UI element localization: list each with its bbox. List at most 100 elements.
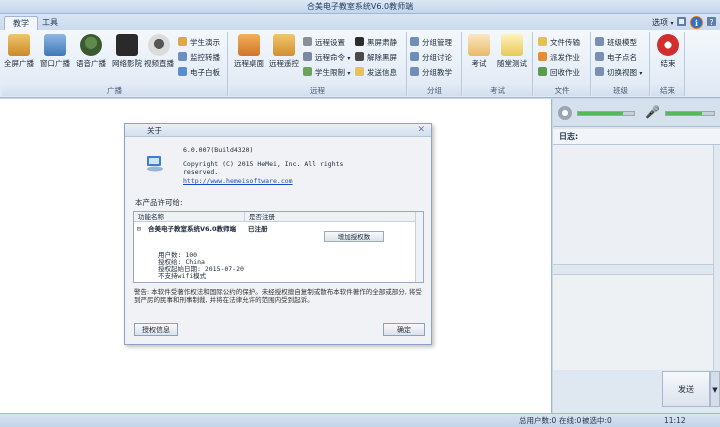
about-dialog: 关于 ✕ 6.0.007(Build4320) Copyright (C) 20… <box>124 123 432 345</box>
svg-text:?: ? <box>709 18 713 27</box>
black-screen-button[interactable]: 黑屏肃静 <box>355 36 397 49</box>
window-title: 合美电子教室系统V6.0教师端 <box>306 2 414 11</box>
help-icon[interactable]: ? <box>706 16 717 29</box>
quiz-icon <box>501 34 523 56</box>
group-teach-button[interactable]: 分组教学 <box>410 66 452 79</box>
volume-slider[interactable] <box>577 111 635 116</box>
app-logo-icon <box>147 156 163 172</box>
copyright-text: Copyright (C) 2015 HeMei, Inc. All right… <box>183 160 344 176</box>
student-restrict-icon <box>303 67 312 76</box>
ribbon-tabs: 教学 工具 选项 ▾ i ? <box>0 14 720 30</box>
settings-icon[interactable] <box>676 16 687 29</box>
whiteboard-button[interactable]: 电子白板 <box>178 66 220 79</box>
detail-wifi: 不支持wifi模式 <box>158 272 207 280</box>
exam-icon <box>468 34 490 56</box>
log-area <box>553 145 713 265</box>
license-info-button[interactable]: 授权信息 <box>134 323 178 336</box>
send-homework-icon <box>538 52 547 61</box>
ok-button[interactable]: 确定 <box>383 323 425 336</box>
website-link[interactable]: http://www.hemeisoftware.com <box>183 177 293 185</box>
voice-broadcast-button[interactable]: 语音广播 <box>74 34 108 78</box>
status-online: 在线:0 <box>559 416 582 425</box>
group-label-grouping: 分组 <box>408 85 461 96</box>
collect-homework-icon <box>538 67 547 76</box>
group-manage-button[interactable]: 分组管理 <box>410 36 452 49</box>
video-live-button[interactable]: 视频直播 <box>142 34 176 78</box>
dialog-title-bar: 关于 ✕ <box>125 124 431 137</box>
mic-slider[interactable] <box>665 111 715 116</box>
network-cinema-button[interactable]: 网络影院 <box>110 34 144 78</box>
roll-call-button[interactable]: 电子点名 <box>595 51 637 64</box>
add-license-button[interactable]: 增加授权数 <box>324 231 384 242</box>
status-time: 11:12 <box>664 416 686 425</box>
microphone-icon: 🎤 <box>645 105 660 119</box>
class-model-button[interactable]: 班级模型 <box>595 36 637 49</box>
whiteboard-icon <box>178 67 187 76</box>
volume-fill <box>578 112 623 115</box>
options-menu[interactable]: 选项 ▾ <box>652 16 674 29</box>
file-transfer-button[interactable]: 文件传输 <box>538 36 580 49</box>
tab-teaching[interactable]: 教学 <box>4 16 38 30</box>
remote-settings-button[interactable]: 远程设置 <box>303 36 345 49</box>
window-broadcast-icon <box>44 34 66 56</box>
remote-control-icon <box>273 34 295 56</box>
remote-control-button[interactable]: 远程遥控 <box>267 34 301 78</box>
mic-fill <box>666 112 702 115</box>
remote-command-button[interactable]: 远程命令 ▾ <box>303 51 350 64</box>
chevron-down-icon: ▾ <box>670 20 674 27</box>
tab-tools[interactable]: 工具 <box>34 16 66 30</box>
group-class: 班级模型 电子点名 切换视图 ▾ 班级 <box>592 32 650 96</box>
message-input[interactable] <box>553 274 713 370</box>
group-files: 文件传输 派发作业 回收作业 文件 <box>534 32 591 96</box>
switch-view-icon <box>595 67 604 76</box>
license-scrollbar[interactable] <box>415 212 423 282</box>
group-label-end: 结束 <box>651 85 684 96</box>
remote-desktop-button[interactable]: 远程桌面 <box>231 34 267 78</box>
col-registered: 是否注册 <box>244 212 275 222</box>
group-end: 结束 结束 <box>651 32 685 96</box>
group-grouping: 分组管理 分组讨论 分组教学 分组 <box>408 32 462 96</box>
black-screen-icon <box>355 37 364 46</box>
release-black-screen-button[interactable]: 解除黑屏 <box>355 51 397 64</box>
release-black-screen-icon <box>355 52 364 61</box>
status-total-users: 总用户数:0 <box>519 416 557 425</box>
license-table-header: 功能名称 是否注册 <box>134 212 416 222</box>
chevron-down-icon: ▾ <box>347 55 351 62</box>
monitor-relay-button[interactable]: 监控转播 <box>178 51 220 64</box>
log-scrollbar[interactable] <box>713 145 720 370</box>
remote-settings-icon <box>303 37 312 46</box>
send-message-button[interactable]: 发送信息 <box>355 66 397 79</box>
send-homework-button[interactable]: 派发作业 <box>538 51 580 64</box>
group-label-broadcast: 广播 <box>2 85 227 96</box>
quiz-button[interactable]: 随堂测试 <box>493 34 531 78</box>
stop-icon <box>657 34 679 56</box>
status-bar: 总用户数:0 在线:0 被选中:0 11:12 <box>0 413 720 427</box>
roll-call-icon <box>595 52 604 61</box>
student-demo-button[interactable]: 学生演示 <box>178 36 220 49</box>
group-broadcast: 全屏广播 窗口广播 语音广播 网络影院 视频直播 学生演示 监控转播 电子白板 … <box>2 32 228 96</box>
end-button[interactable]: 结束 <box>653 34 683 78</box>
group-remote: 远程桌面 远程遥控 远程设置 远程命令 ▾ 学生限制 ▾ 黑屏肃静 解除黑屏 发… <box>229 32 407 96</box>
group-label-files: 文件 <box>534 85 590 96</box>
student-demo-icon <box>178 37 187 46</box>
group-discuss-button[interactable]: 分组讨论 <box>410 51 452 64</box>
group-label-class: 班级 <box>592 85 649 96</box>
send-options-chevron-icon[interactable]: ▼ <box>710 371 720 407</box>
info-icon[interactable]: i <box>690 16 703 29</box>
version-text: 6.0.007(Build4320) <box>183 146 254 154</box>
col-function: 功能名称 <box>138 213 164 221</box>
window-broadcast-button[interactable]: 窗口广播 <box>38 34 72 78</box>
remote-desktop-icon <box>238 34 260 56</box>
send-button[interactable]: 发送 <box>662 371 710 407</box>
fullscreen-broadcast-button[interactable]: 全屏广播 <box>2 34 36 78</box>
switch-view-button[interactable]: 切换视图 ▾ <box>595 66 642 79</box>
exam-button[interactable]: 考试 <box>465 34 493 78</box>
speaker-icon <box>558 106 572 120</box>
student-restrict-button[interactable]: 学生限制 ▾ <box>303 66 350 79</box>
collapse-toggle-icon[interactable]: ⊟ <box>137 226 141 233</box>
close-icon[interactable]: ✕ <box>417 124 425 136</box>
collect-homework-button[interactable]: 回收作业 <box>538 66 580 79</box>
monitor-relay-icon <box>178 52 187 61</box>
group-exam: 考试 随堂测试 考试 <box>463 32 533 96</box>
copyright-warning: 警告: 本软件受著作权法和国际公约的保护。未经授权擅自复制或散布本软件著作的全部… <box>134 288 422 304</box>
